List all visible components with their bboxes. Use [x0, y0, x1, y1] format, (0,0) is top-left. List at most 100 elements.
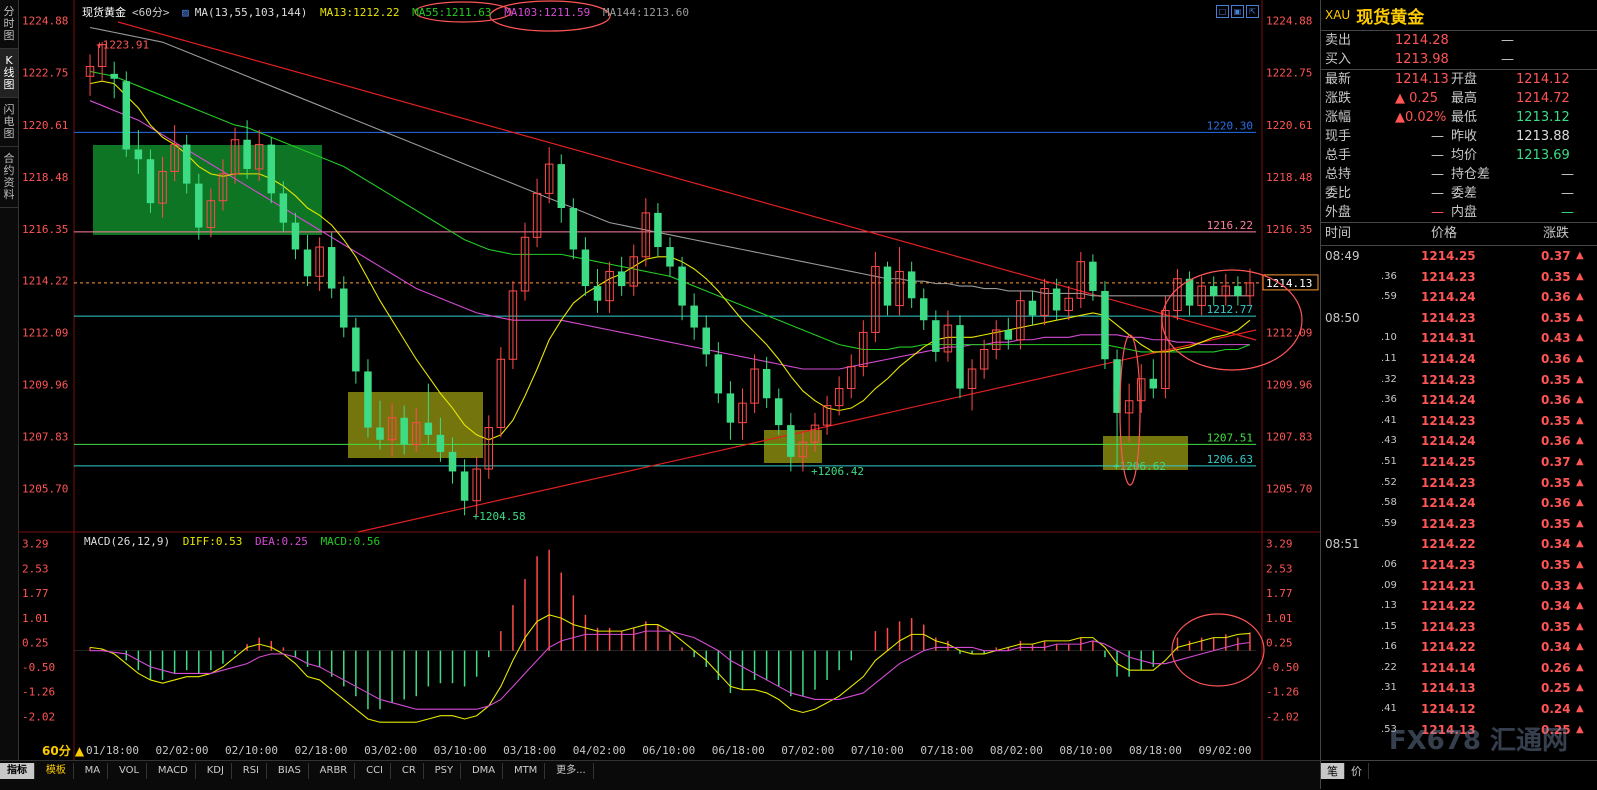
quote-row-pct: 涨幅 ▲0.02% 最低 1213.12 [1321, 108, 1597, 127]
time-axis-label: 02/10:00 [225, 744, 278, 757]
tick-row: .13 1214.22 0.34 ▲ [1321, 596, 1597, 617]
tab-dma[interactable]: DMA [465, 763, 504, 779]
up-arrow-icon: ▲ [1576, 291, 1584, 303]
time-axis-label: 06/18:00 [712, 744, 765, 757]
tick-time: .51 [1381, 455, 1397, 467]
tab-indicator[interactable]: 指标 [0, 763, 35, 779]
last-label: 最新 [1325, 72, 1352, 87]
time-axis-label: 08/02:00 [990, 744, 1043, 757]
macd-axis-label-right: -1.26 [1266, 686, 1299, 699]
tick-row: .59 1214.23 0.35 ▲ [1321, 514, 1597, 535]
quote-row-outer: 外盘 — 内盘 — [1321, 203, 1597, 223]
time-axis-label: 03/18:00 [503, 744, 556, 757]
restore-icon[interactable]: □ [1216, 5, 1229, 18]
price-axis-label-left: 1216.35 [22, 223, 68, 236]
tick-row: .36 1214.23 0.35 ▲ [1321, 267, 1597, 288]
indicator-tabs: 指标 模板 MA VOL MACD KDJ RSI BIAS ARBR CCI … [0, 760, 1320, 790]
tick-row: 08:49 1214.25 0.37 ▲ [1321, 246, 1597, 267]
tab-ma[interactable]: MA [78, 763, 109, 779]
up-arrow-icon: ▲ [1576, 538, 1584, 550]
price-axis-label-left: 1214.22 [22, 275, 68, 288]
last-price: 1214.13 [1395, 72, 1449, 87]
tick-change: 0.35 [1541, 619, 1571, 634]
macd-axis-label-right: 3.29 [1266, 538, 1293, 551]
candle-body [267, 144, 276, 194]
tick-row: .31 1214.13 0.25 ▲ [1321, 678, 1597, 699]
macd-axis-label-left: 3.29 [22, 538, 49, 551]
macd-axis-label-left: -2.02 [22, 710, 55, 723]
candle-body [352, 327, 360, 372]
candle-body [883, 266, 892, 306]
tab-contract-info[interactable]: 合约资料 [0, 147, 18, 208]
macd-axis-label-right: -2.02 [1266, 710, 1299, 723]
tick-list[interactable]: 08:49 1214.25 0.37 ▲ .36 1214.23 0.35 ▲ .59 1214.… [1321, 246, 1597, 740]
tick-time: .58 [1381, 497, 1397, 509]
tab-more[interactable]: 更多... [549, 763, 594, 779]
tick-change: 0.35 [1541, 269, 1571, 284]
expand-icon[interactable]: ⇱ [1246, 5, 1259, 18]
tab-rsi[interactable]: RSI [236, 763, 267, 779]
tick-tabs: 笔价 [1321, 760, 1597, 790]
up-arrow-icon: ▲ [1576, 250, 1584, 261]
macd-axis-label-left: 1.77 [22, 587, 49, 600]
ratio-value: — [1431, 186, 1444, 201]
tab-macd[interactable]: MACD [151, 763, 196, 779]
period-selector[interactable]: 60分 ▲ [42, 742, 84, 759]
macd-axis-label-left: -0.50 [22, 661, 55, 674]
up-arrow-icon: ▲ [1576, 661, 1584, 673]
tab-flash[interactable]: 闪电图 [0, 98, 18, 147]
tab-kdj[interactable]: KDJ [200, 763, 232, 779]
tab-price-volume[interactable]: 价 [1345, 763, 1369, 779]
low-annotation-1: +1204.58 [473, 510, 526, 523]
hand-label: 现手 [1325, 129, 1352, 144]
price-axis-label-right: 1222.75 [1266, 67, 1312, 80]
kline-chart-svg[interactable]: 1224.88 1224.88 1222.75 1222.75 1220.61 1220.… [18, 0, 1320, 760]
price-axis-label-right: 1207.83 [1266, 431, 1312, 444]
macd-axis-label-left: -1.26 [22, 686, 55, 699]
tab-arbr[interactable]: ARBR [313, 763, 356, 779]
tick-time: 08:51 [1325, 537, 1360, 552]
tab-bias[interactable]: BIAS [271, 763, 309, 779]
tick-time: 08:50 [1325, 310, 1360, 325]
ma144-value: MA144:1213.60 [602, 6, 689, 19]
ma55-value: MA55:1211.63 [412, 6, 492, 19]
tick-price: 1214.22 [1421, 640, 1476, 655]
tick-price: 1214.22 [1421, 537, 1476, 552]
instrument-name: 现货黄金 [82, 6, 126, 19]
candle-body [279, 193, 288, 223]
tab-cr[interactable]: CR [395, 763, 424, 779]
tab-psy[interactable]: PSY [428, 763, 462, 779]
tab-kline[interactable]: K线图 [0, 49, 18, 98]
diff-value: — [1561, 186, 1574, 201]
quote-panel: XAU 现货黄金 卖出 1214.28 — 买入 1213.98 — 最新 12… [1320, 0, 1597, 789]
up-arrow-icon: ▲ [1576, 517, 1584, 529]
tick-price: 1214.25 [1421, 249, 1476, 263]
tab-cci[interactable]: CCI [359, 763, 392, 779]
up-arrow-icon: ▲ [1576, 270, 1584, 282]
tick-row: .22 1214.14 0.26 ▲ [1321, 658, 1597, 679]
price-axis-label-left: 1207.83 [22, 431, 68, 444]
tick-price: 1214.13 [1421, 681, 1476, 696]
tab-ticks[interactable]: 笔 [1321, 763, 1345, 779]
low-label: 最低 [1451, 110, 1478, 125]
tab-template[interactable]: 模板 [39, 763, 74, 779]
tile-icon[interactable]: ▣ [1231, 5, 1244, 18]
tab-mtm[interactable]: MTM [507, 763, 546, 779]
tick-header: 时间 价格 涨跌 [1321, 223, 1597, 246]
tick-price: 1214.22 [1421, 599, 1476, 614]
high-annotation: +1223.91 [96, 38, 149, 51]
candle-body [364, 371, 372, 428]
quote-row-sell: 卖出 1214.28 — [1321, 31, 1597, 50]
level-line-1216-label: 1216.22 [1207, 219, 1253, 232]
time-axis-label: 02/18:00 [295, 744, 348, 757]
level-line-1220-label: 1220.30 [1207, 119, 1253, 132]
chart-area[interactable]: 1224.88 1224.88 1222.75 1222.75 1220.61 1220.… [18, 0, 1320, 760]
tab-vol[interactable]: VOL [112, 763, 148, 779]
tick-change: 0.37 [1541, 454, 1571, 469]
tab-timeshare[interactable]: 分时图 [0, 0, 18, 49]
candle-body [340, 288, 348, 328]
hold-label: 总持 [1325, 167, 1352, 182]
tick-time: .13 [1381, 600, 1397, 612]
candle-body [714, 354, 723, 394]
chart-info-bar: 现货黄金 <60分> ▨ MA(13,55,103,144) MA13:1212.2… [82, 4, 695, 20]
